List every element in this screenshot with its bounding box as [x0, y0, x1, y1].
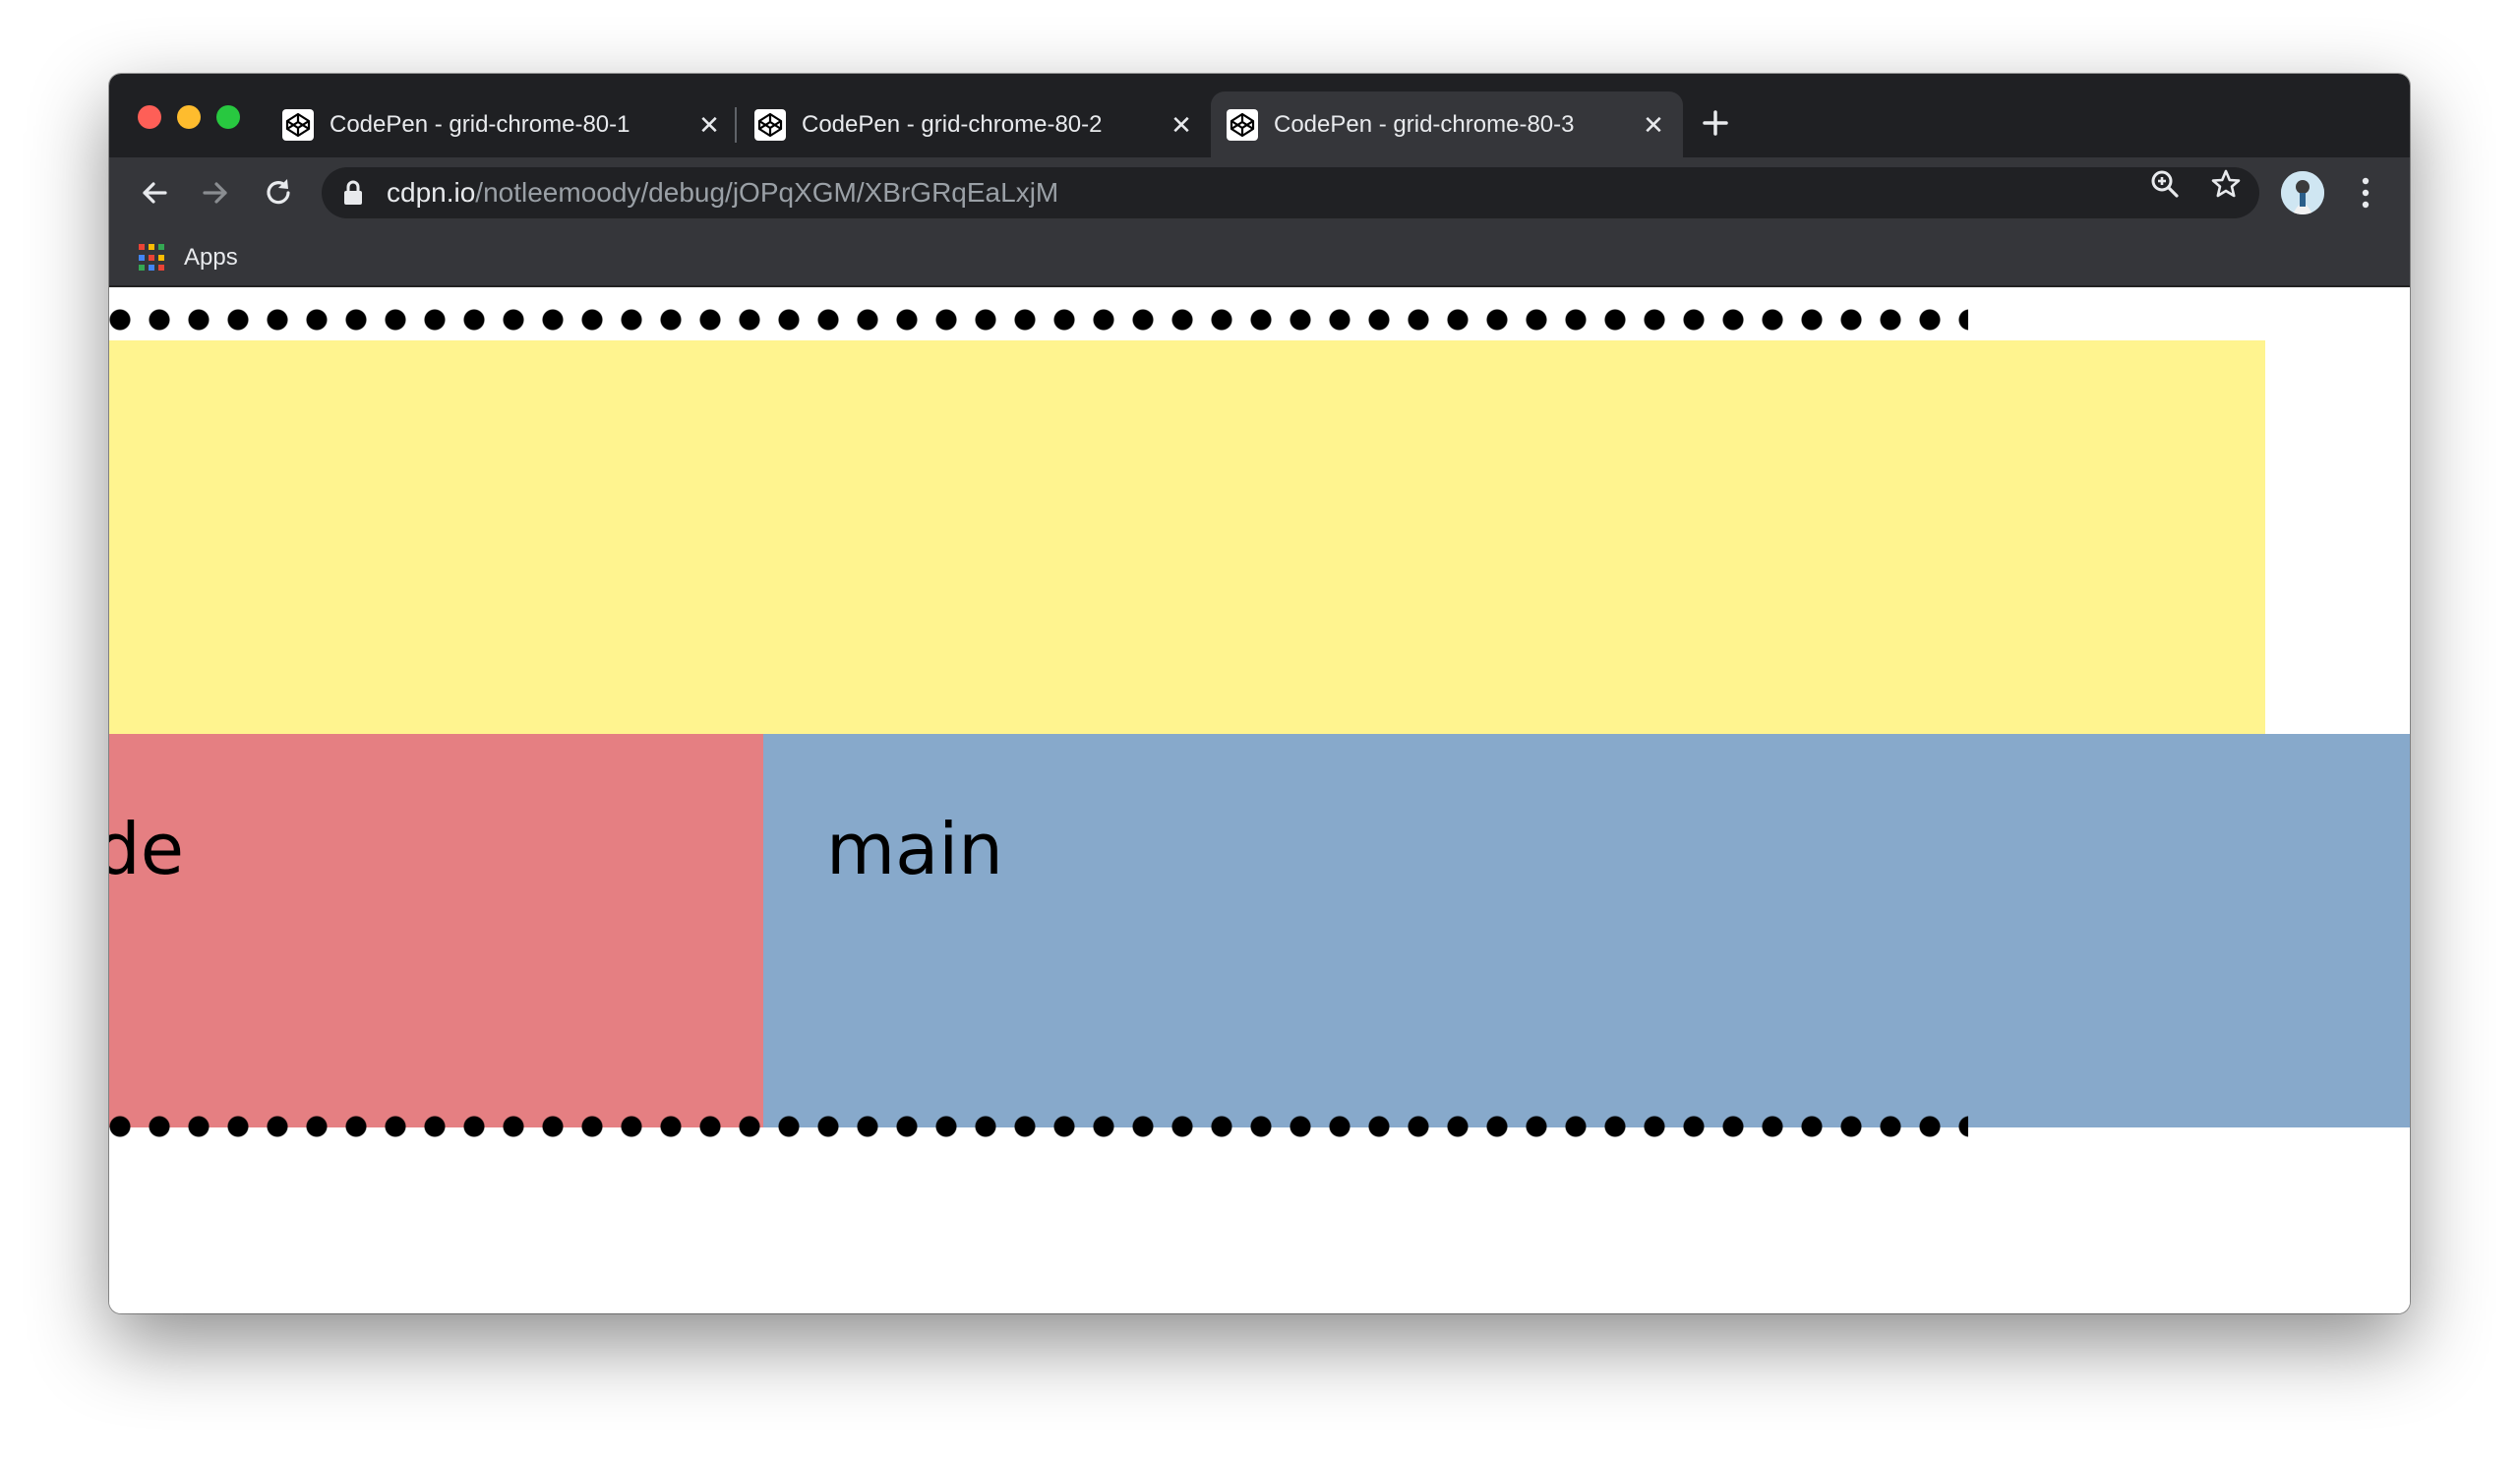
url-text[interactable]: cdpn.io/notleemoody/debug/jOPqXGM/XBrGRq…: [387, 177, 1058, 209]
dotted-border-top: [109, 309, 1968, 331]
close-tab-icon[interactable]: ✕: [1640, 110, 1667, 140]
forward-button[interactable]: [196, 173, 235, 213]
maximize-window-button[interactable]: [216, 105, 240, 129]
dotted-border-bottom: [109, 1116, 1968, 1137]
apps-label: Apps: [184, 244, 238, 271]
tab-grid-chrome-80-3[interactable]: CodePen - grid-chrome-80-3 ✕: [1211, 91, 1683, 157]
profile-avatar[interactable]: [2281, 171, 2324, 214]
new-tab-button[interactable]: [1696, 103, 1735, 143]
tab-title: CodePen - grid-chrome-80-1: [330, 110, 630, 138]
aside-area: aside: [109, 734, 763, 1127]
aside-label: aside: [109, 808, 184, 890]
close-tab-icon[interactable]: ✕: [1168, 110, 1195, 140]
codepen-icon: [754, 108, 786, 141]
tab-strip: CodePen - grid-chrome-80-1 ✕ CodePen - g…: [109, 74, 2410, 157]
star-icon[interactable]: [2209, 167, 2243, 201]
arrow-right-icon: [203, 182, 227, 204]
arrow-left-icon: [143, 182, 167, 204]
more-menu-icon[interactable]: [2346, 173, 2385, 213]
browser-window: CodePen - grid-chrome-80-1 ✕ CodePen - g…: [109, 74, 2410, 1313]
back-button[interactable]: [135, 173, 174, 213]
url-path: /notleemoody/debug/jOPqXGM/XBrGRqEaLxjM: [475, 177, 1059, 208]
lock-icon[interactable]: [343, 179, 367, 207]
header-area: [109, 340, 2265, 734]
tab-grid-chrome-80-1[interactable]: CodePen - grid-chrome-80-1 ✕: [267, 91, 739, 157]
reload-button[interactable]: [259, 173, 298, 213]
tab-title: CodePen - grid-chrome-80-3: [1274, 110, 1575, 138]
close-window-button[interactable]: [138, 105, 161, 129]
toolbar: cdpn.io/notleemoody/debug/jOPqXGM/XBrGRq…: [109, 157, 2410, 227]
page-content: aside main: [109, 289, 2410, 1313]
plus-icon: [1703, 110, 1728, 136]
address-bar[interactable]: cdpn.io/notleemoody/debug/jOPqXGM/XBrGRq…: [322, 167, 2259, 218]
main-label: main: [826, 808, 1003, 890]
reload-icon: [267, 179, 290, 205]
url-host: cdpn.io: [387, 177, 476, 208]
close-tab-icon[interactable]: ✕: [695, 110, 723, 140]
codepen-icon: [282, 108, 314, 141]
minimize-window-button[interactable]: [177, 105, 201, 129]
zoom-icon[interactable]: [2148, 167, 2182, 201]
codepen-icon: [1227, 108, 1258, 141]
apps-bookmark[interactable]: Apps: [139, 241, 238, 274]
main-area: main: [763, 734, 2410, 1127]
tab-title: CodePen - grid-chrome-80-2: [802, 110, 1103, 138]
tab-separator: [735, 107, 737, 143]
bookmarks-bar: Apps: [109, 227, 2410, 287]
apps-grid-icon: [139, 244, 166, 272]
tab-grid-chrome-80-2[interactable]: CodePen - grid-chrome-80-2 ✕: [739, 91, 1211, 157]
